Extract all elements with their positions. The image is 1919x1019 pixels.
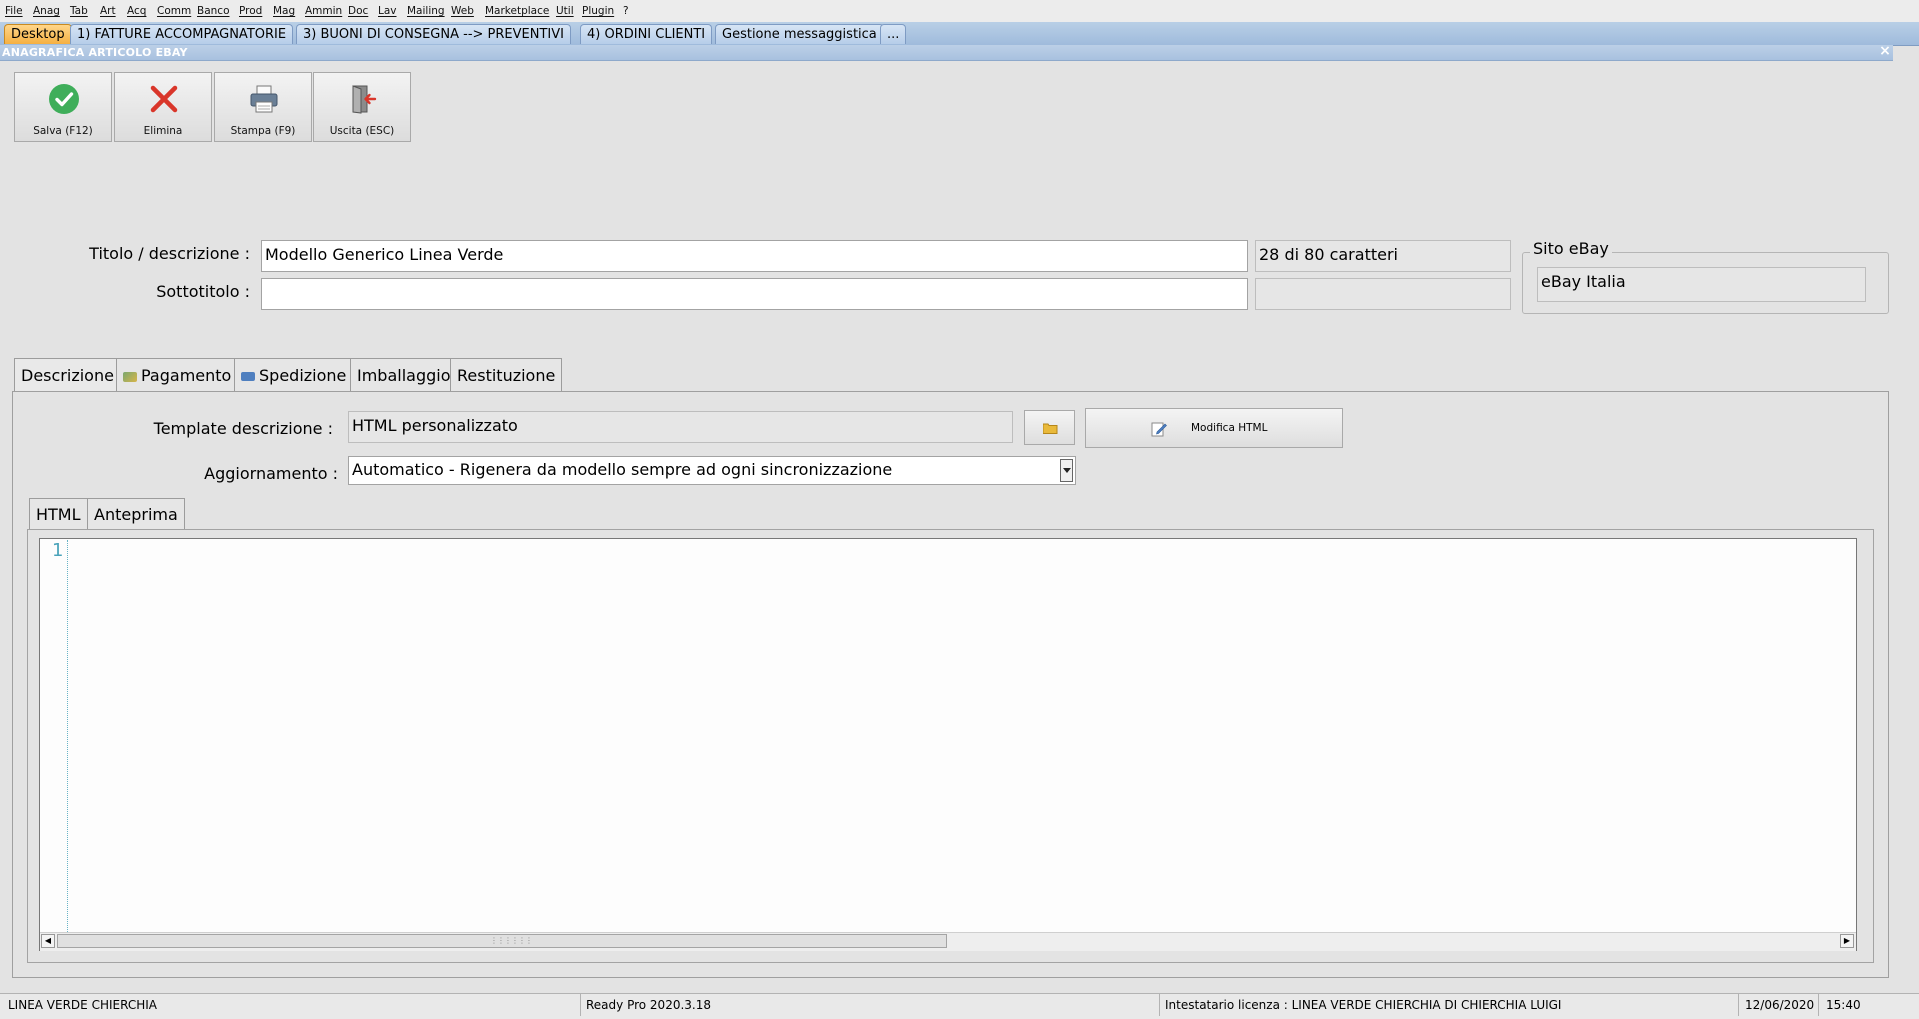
menu-marketplace[interactable]: Marketplace [485, 5, 549, 17]
menu-doc[interactable]: Doc [348, 5, 368, 17]
menu-plugin[interactable]: Plugin [582, 5, 614, 17]
close-icon[interactable]: × [1878, 44, 1892, 58]
window-title-bar: ANAGRAFICA ARTICOLO EBAY [0, 45, 1893, 61]
delete-x-icon [150, 85, 178, 113]
doc-tab-messaggistica[interactable]: Gestione messaggistica [715, 24, 884, 44]
print-button[interactable]: Stampa (F9) [214, 72, 312, 142]
tab-restituzione-label: Restituzione [457, 366, 556, 385]
template-label: Template descrizione : [153, 419, 333, 438]
status-time: 15:40 [1826, 998, 1861, 1012]
delete-button-label: Elimina [143, 125, 183, 137]
status-bar [0, 993, 1919, 1019]
site-group-label: Sito eBay [1530, 239, 1612, 258]
doc-tab-fatture[interactable]: 1) FATTURE ACCOMPAGNATORIE [70, 24, 294, 44]
open-template-button[interactable] [1024, 410, 1075, 445]
window-title: ANAGRAFICA ARTICOLO EBAY [2, 46, 188, 59]
edit-html-label: Modifica HTML [1191, 422, 1268, 434]
status-separator [580, 994, 581, 1016]
subtitle-char-counter [1255, 278, 1511, 310]
doc-tab-desktop[interactable]: Desktop [4, 24, 72, 44]
doc-tab-ordini[interactable]: 4) ORDINI CLIENTI [580, 24, 713, 44]
menu-ammin[interactable]: Ammin [305, 5, 342, 17]
tab-spedizione-label: Spedizione [259, 366, 347, 385]
edit-html-button[interactable]: Modifica HTML [1085, 408, 1343, 448]
update-dropdown-arrow[interactable] [1060, 459, 1073, 482]
subtitle-label: Sottotitolo : [156, 282, 250, 301]
menu-mailing[interactable]: Mailing [407, 5, 445, 17]
tab-imballaggio-label: Imballaggio [357, 366, 451, 385]
scrollbar-grip-icon: ⋮⋮⋮⋮⋮⋮ [490, 936, 533, 945]
tab-anteprima[interactable]: Anteprima [87, 498, 185, 530]
menu-help[interactable]: ? [623, 5, 629, 17]
scroll-left-arrow-icon[interactable]: ◀ [41, 934, 55, 948]
edit-pencil-icon [1151, 422, 1167, 437]
status-separator [1738, 994, 1739, 1016]
save-button[interactable]: Salva (F12) [14, 72, 112, 142]
tab-imballaggio[interactable]: Imballaggio [350, 358, 458, 392]
printer-icon [250, 85, 278, 113]
menu-prod[interactable]: Prod [239, 5, 262, 17]
status-separator [1818, 994, 1819, 1016]
menu-banco[interactable]: Banco [197, 5, 230, 17]
chevron-down-icon [1063, 468, 1071, 473]
menu-bar: File Anag Tab Art Acq Comm Banco Prod Ma… [0, 0, 1919, 23]
menu-comm[interactable]: Comm [157, 5, 191, 17]
gutter-divider [67, 540, 68, 932]
menu-art[interactable]: Art [100, 5, 116, 17]
template-value: HTML personalizzato [348, 411, 1013, 443]
delete-button[interactable]: Elimina [114, 72, 212, 142]
tab-restituzione[interactable]: Restituzione [450, 358, 563, 392]
html-editor[interactable] [39, 538, 1857, 951]
tab-descrizione[interactable]: Descrizione [14, 358, 121, 392]
menu-anag[interactable]: Anag [33, 5, 60, 17]
scroll-right-arrow-icon[interactable]: ▶ [1840, 934, 1854, 948]
menu-web[interactable]: Web [451, 5, 474, 17]
exit-button[interactable]: Uscita (ESC) [313, 72, 411, 142]
menu-tab[interactable]: Tab [70, 5, 88, 17]
subtitle-input[interactable] [261, 278, 1248, 310]
tab-descrizione-label: Descrizione [21, 366, 114, 385]
status-company: LINEA VERDE CHIERCHIA [8, 998, 157, 1012]
exit-button-label: Uscita (ESC) [329, 125, 395, 137]
update-label: Aggiornamento : [204, 464, 338, 483]
exit-door-icon [352, 85, 377, 114]
tab-spedizione[interactable]: Spedizione [234, 358, 354, 392]
tab-pagamento[interactable]: Pagamento [116, 358, 239, 392]
payment-icon [123, 372, 137, 382]
update-select[interactable]: Automatico - Rigenera da modello sempre … [348, 456, 1076, 485]
menu-lav[interactable]: Lav [378, 5, 397, 17]
tab-html[interactable]: HTML [29, 498, 88, 530]
shipping-icon [241, 372, 255, 381]
menu-util[interactable]: Util [556, 5, 574, 17]
save-button-label: Salva (F12) [33, 125, 93, 137]
status-separator [1159, 994, 1160, 1016]
checkmark-icon [49, 84, 79, 114]
line-number: 1 [52, 540, 64, 561]
menu-file[interactable]: File [5, 5, 23, 17]
doc-tab-buoni[interactable]: 3) BUONI DI CONSEGNA --> PREVENTIVI [296, 24, 571, 44]
status-version: Ready Pro 2020.3.18 [586, 998, 711, 1012]
site-value: eBay Italia [1537, 267, 1866, 302]
title-char-counter: 28 di 80 caratteri [1255, 240, 1511, 272]
doc-tab-more[interactable]: ... [880, 24, 907, 44]
folder-icon [1043, 423, 1058, 434]
status-license: Intestatario licenza : LINEA VERDE CHIER… [1165, 998, 1562, 1012]
print-button-label: Stampa (F9) [230, 125, 296, 137]
menu-acq[interactable]: Acq [127, 5, 146, 17]
status-date: 12/06/2020 [1745, 998, 1815, 1012]
menu-mag[interactable]: Mag [273, 5, 295, 17]
title-label: Titolo / descrizione : [89, 244, 250, 263]
tab-pagamento-label: Pagamento [141, 366, 232, 385]
title-input[interactable]: Modello Generico Linea Verde [261, 240, 1248, 272]
